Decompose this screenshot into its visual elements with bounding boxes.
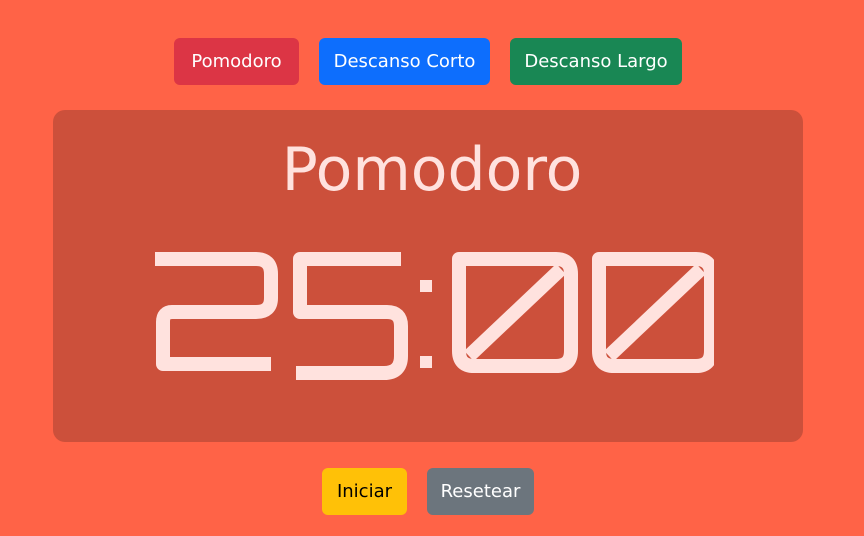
pomodoro-mode-button[interactable]: Pomodoro [174,38,299,85]
short-break-mode-button[interactable]: Descanso Corto [319,38,490,85]
timer-display [155,252,714,380]
timer-mode-title: Pomodoro [281,135,583,205]
long-break-mode-button[interactable]: Descanso Largo [510,38,682,85]
reset-button[interactable]: Resetear [427,468,534,515]
start-button[interactable]: Iniciar [322,468,407,515]
